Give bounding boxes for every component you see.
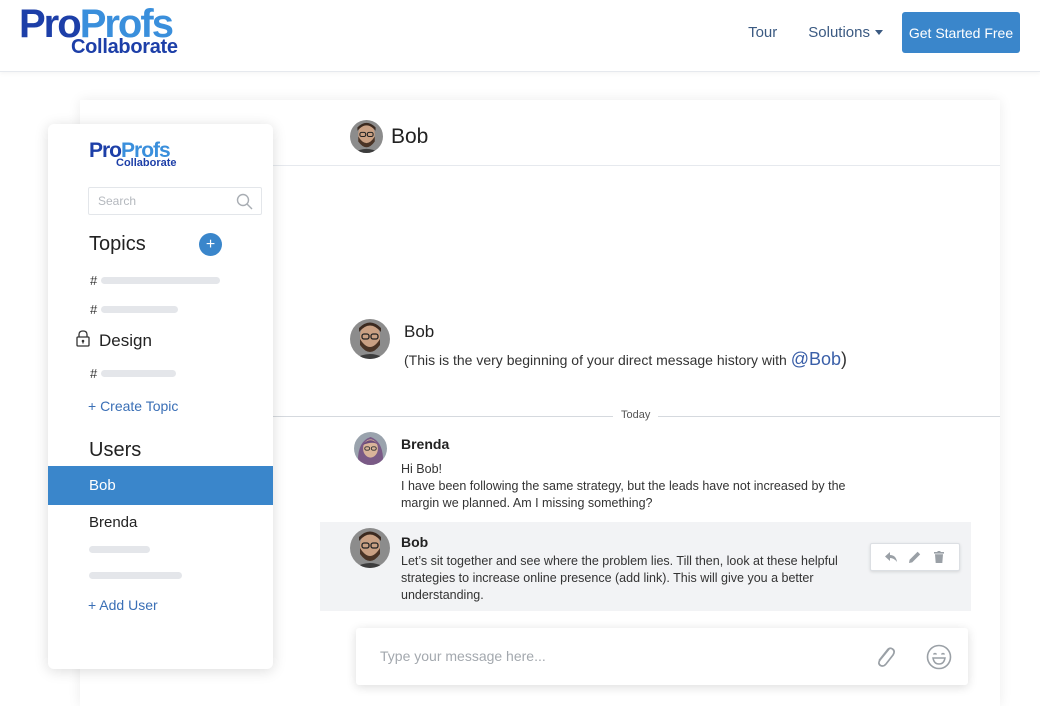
hash-icon: # bbox=[90, 301, 98, 317]
message-line: Let’s sit together and see where the pro… bbox=[401, 554, 838, 568]
chat-header: Bob bbox=[273, 100, 1000, 166]
sidebar-logo-collaborate: Collaborate bbox=[116, 157, 177, 169]
bob-header-avatar bbox=[350, 120, 383, 153]
user-placeholder-bar bbox=[89, 546, 150, 553]
bob-message-avatar bbox=[350, 528, 390, 568]
topic-placeholder-bar bbox=[101, 305, 178, 313]
users-heading: Users bbox=[89, 439, 142, 461]
intro-user-name: Bob bbox=[404, 322, 435, 341]
lock-icon bbox=[76, 330, 90, 352]
create-topic-link[interactable]: + Create Topic bbox=[88, 398, 178, 414]
reply-icon[interactable] bbox=[882, 548, 900, 566]
caret-down-icon bbox=[875, 30, 883, 35]
proprofs-logo[interactable]: ProProfs Collaborate bbox=[19, 4, 178, 57]
paperclip-icon[interactable] bbox=[873, 644, 897, 675]
hash-icon: # bbox=[90, 272, 98, 288]
topics-heading: Topics bbox=[89, 233, 146, 255]
message-author-bob: Bob bbox=[401, 534, 429, 550]
pencil-icon[interactable] bbox=[906, 548, 924, 566]
message-line: strategies to increase online presence (… bbox=[401, 571, 814, 585]
date-divider-label: Today bbox=[613, 409, 659, 421]
topic-placeholder-bar bbox=[101, 369, 176, 377]
message-line: understanding. bbox=[401, 588, 484, 602]
smiley-icon[interactable] bbox=[926, 644, 952, 675]
user-item-brenda[interactable]: Brenda bbox=[89, 514, 137, 531]
search-icon[interactable] bbox=[236, 193, 253, 215]
logo-text-collaborate: Collaborate bbox=[71, 36, 178, 58]
get-started-free-button[interactable]: Get Started Free bbox=[902, 12, 1020, 53]
nav-tour-link[interactable]: Tour bbox=[748, 24, 777, 41]
message-text-brenda: Hi Bob! I have been following the same s… bbox=[401, 461, 846, 512]
nav-links: Tour Solutions Get Started Free bbox=[748, 12, 1020, 53]
message-input[interactable] bbox=[380, 642, 860, 670]
add-topic-button[interactable]: + bbox=[199, 233, 222, 256]
user-item-bob[interactable]: Bob bbox=[48, 466, 273, 505]
intro-message: (This is the very beginning of your dire… bbox=[404, 349, 847, 370]
topic-item[interactable]: # bbox=[90, 365, 176, 381]
message-composer bbox=[356, 628, 968, 685]
message-text-bob: Let’s sit together and see where the pro… bbox=[401, 553, 838, 604]
topic-item[interactable]: # bbox=[90, 272, 220, 288]
nav-solutions-dropdown[interactable]: Solutions bbox=[808, 24, 883, 41]
top-navbar: ProProfs Collaborate Tour Solutions Get … bbox=[0, 0, 1040, 72]
topic-design-label: Design bbox=[99, 331, 152, 350]
topic-design[interactable]: Design bbox=[76, 330, 152, 352]
search-input[interactable] bbox=[89, 188, 229, 214]
bob-intro-avatar bbox=[350, 319, 390, 359]
chat-header-title: Bob bbox=[391, 125, 429, 148]
add-user-link[interactable]: + Add User bbox=[88, 597, 158, 613]
user-placeholder-bar bbox=[89, 572, 182, 579]
topic-item[interactable]: # bbox=[90, 301, 178, 317]
topic-placeholder-bar bbox=[101, 276, 220, 284]
message-line: I have been following the same strategy,… bbox=[401, 479, 846, 493]
intro-text-prefix: (This is the very beginning of your dire… bbox=[404, 352, 791, 368]
message-actions-toolbar bbox=[870, 543, 960, 571]
message-line: margin we planned. Am I missing somethin… bbox=[401, 496, 653, 510]
nav-solutions-label: Solutions bbox=[808, 24, 870, 41]
brenda-avatar bbox=[354, 432, 387, 465]
sidebar: ProProfs Collaborate Topics + # # Design… bbox=[48, 124, 273, 669]
hash-icon: # bbox=[90, 365, 98, 381]
message-author-brenda: Brenda bbox=[401, 436, 450, 452]
bob-mention-link[interactable]: @Bob bbox=[791, 349, 841, 369]
sidebar-logo[interactable]: ProProfs Collaborate bbox=[89, 140, 177, 169]
message-line: Hi Bob! bbox=[401, 462, 442, 476]
intro-text-suffix: ) bbox=[841, 349, 848, 369]
sidebar-search bbox=[88, 187, 262, 215]
trash-icon[interactable] bbox=[930, 548, 948, 566]
